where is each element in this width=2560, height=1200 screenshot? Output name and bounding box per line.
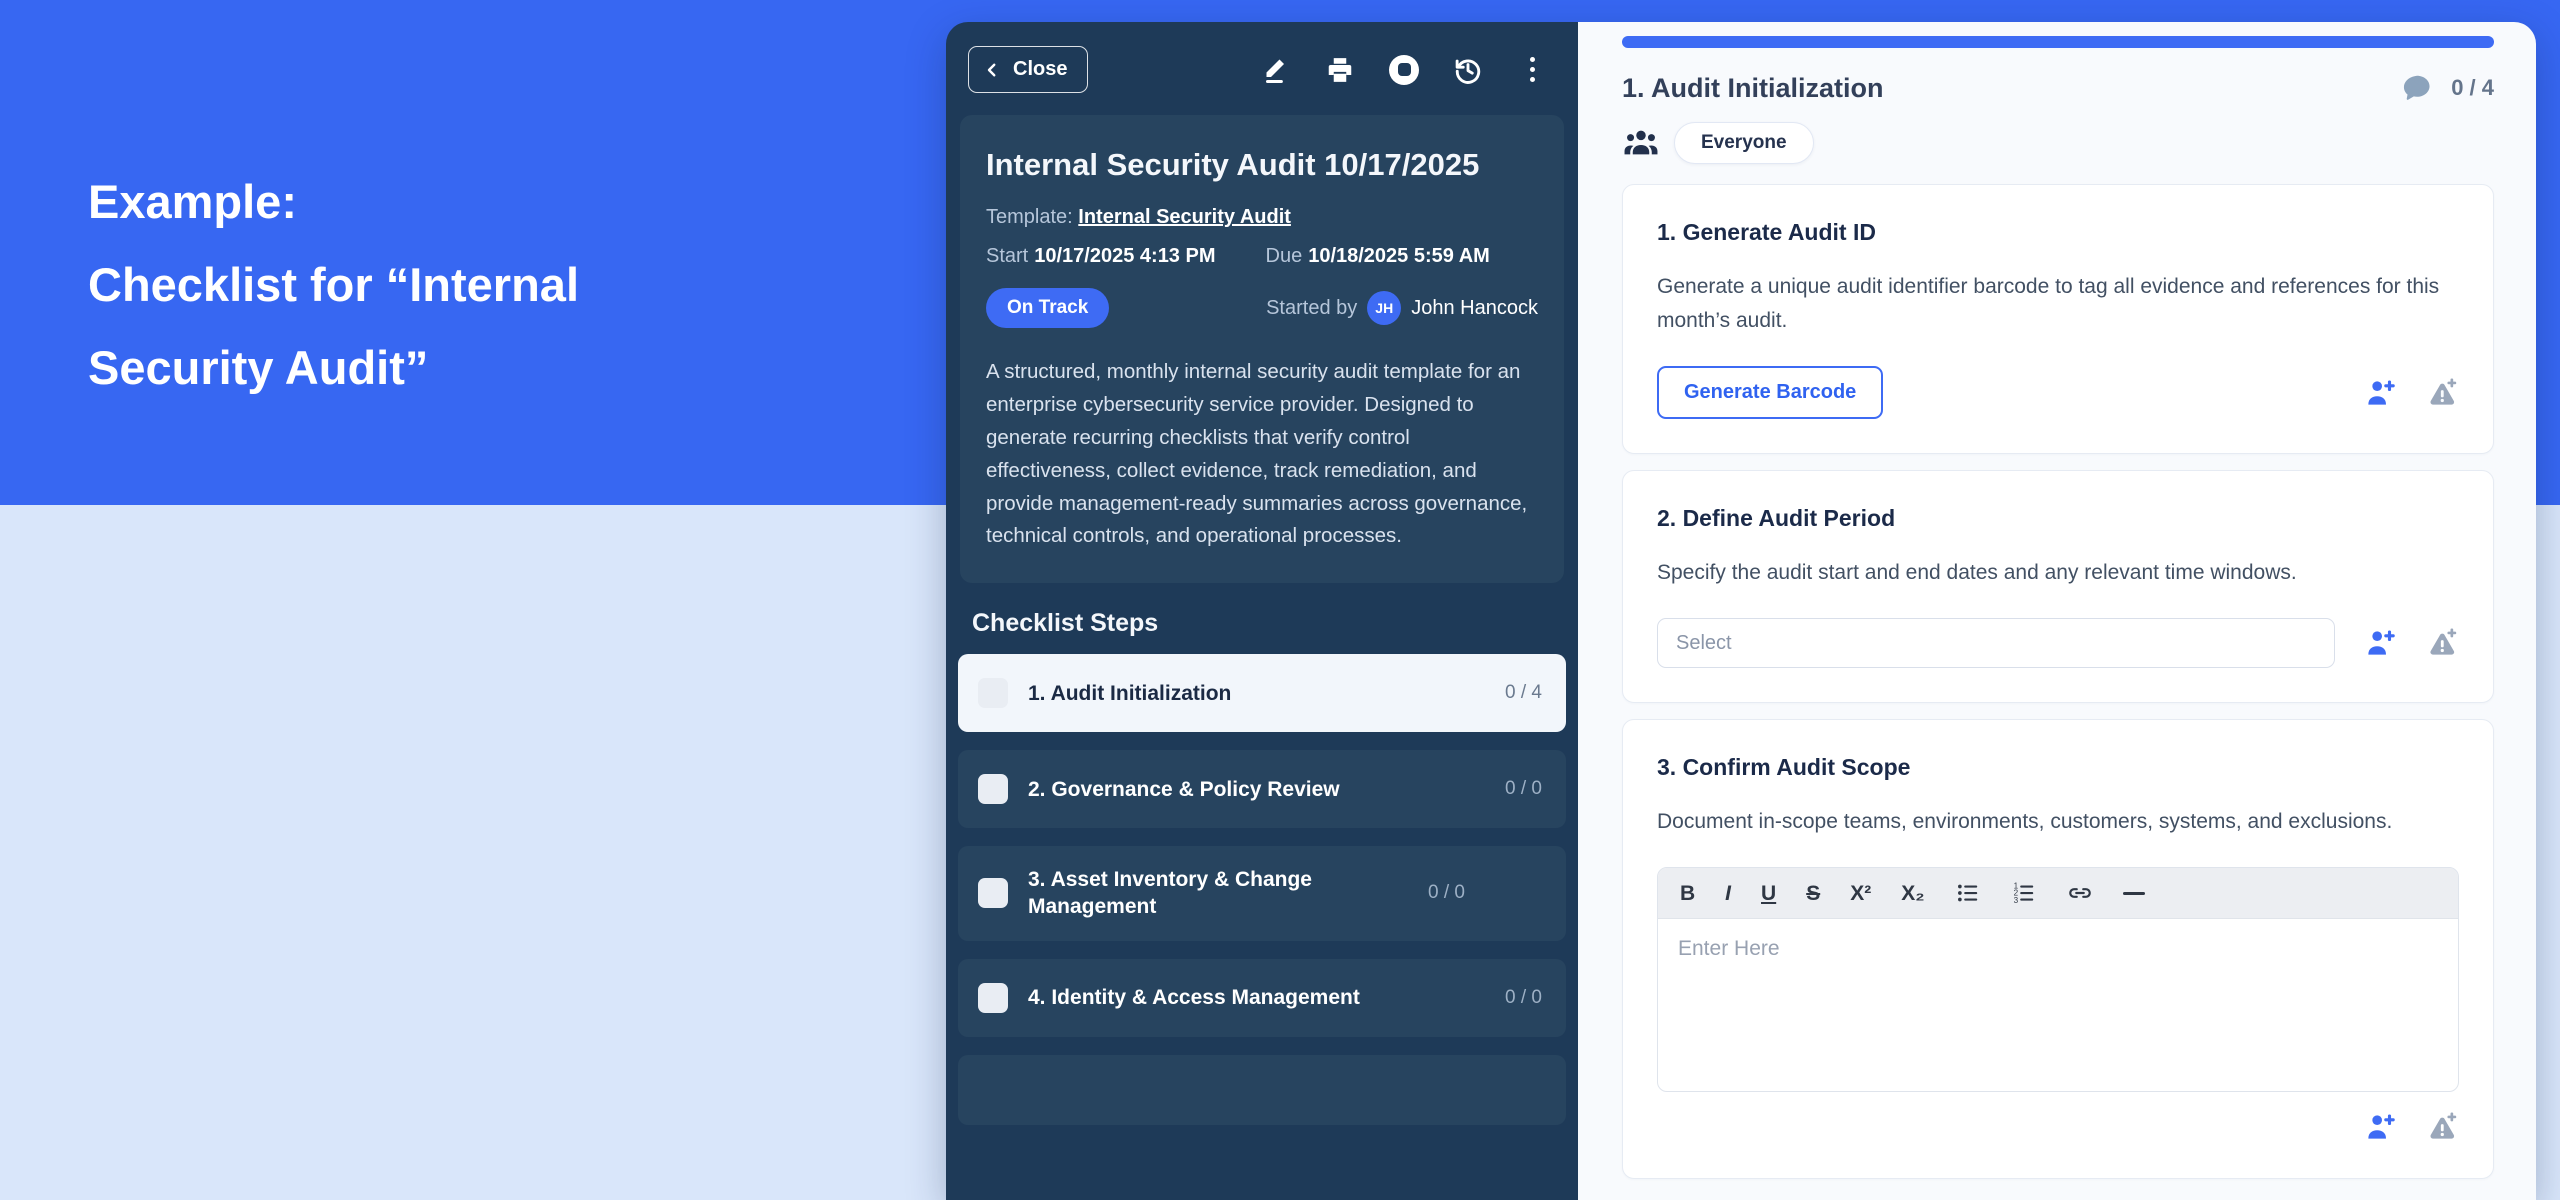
task-action-icons — [2363, 626, 2459, 660]
task-description: Document in-scope teams, environments, c… — [1657, 805, 2459, 839]
horizontal-rule-icon[interactable] — [2123, 892, 2145, 895]
started-by-label: Started by — [1266, 297, 1357, 320]
task-action-icons — [2363, 376, 2459, 410]
audit-period-select[interactable]: Select — [1657, 618, 2335, 668]
assign-person-icon[interactable] — [2363, 1110, 2397, 1144]
section-header-right: 0 / 4 — [2401, 72, 2494, 104]
step-detail-panel: 1. Audit Initialization 0 / 4 Everyone 1… — [1578, 22, 2536, 1200]
step-count: 0 / 4 — [1505, 682, 1542, 704]
steps-list: 1. Audit Initialization 0 / 4 2. Governa… — [946, 654, 1578, 1200]
step-row-partial[interactable] — [958, 1055, 1566, 1125]
step-checkbox[interactable] — [978, 983, 1008, 1013]
task-description: Generate a unique audit identifier barco… — [1657, 270, 2459, 338]
headline-line-3: Security Audit” — [88, 326, 579, 409]
task-action-icons — [2363, 1110, 2459, 1144]
task-title: 3. Confirm Audit Scope — [1657, 754, 2459, 781]
drawer-toolbar: Close — [946, 22, 1578, 109]
task-description: Specify the audit start and end dates an… — [1657, 556, 2459, 590]
bold-button[interactable]: B — [1680, 883, 1695, 904]
step-count: 0 / 0 — [1505, 778, 1542, 800]
rich-text-editor: B I U S X² X₂ 123 — [1657, 867, 2459, 1092]
checklist-drawer: Close Interna — [946, 22, 1578, 1200]
stop-record-icon[interactable] — [1388, 54, 1420, 86]
start-date: Start10/17/2025 4:13 PM — [986, 245, 1216, 268]
task-card-define-audit-period: 2. Define Audit Period Specify the audit… — [1622, 470, 2494, 703]
step-count: 0 / 0 — [1428, 882, 1465, 904]
task-footer: Generate Barcode — [1657, 366, 2459, 419]
strikethrough-button[interactable]: S — [1806, 883, 1820, 904]
edit-icon[interactable] — [1260, 54, 1292, 86]
started-by: Started by JH John Hancock — [1266, 291, 1538, 325]
close-button-label: Close — [1013, 58, 1067, 81]
link-icon[interactable] — [2067, 880, 2093, 906]
avatar: JH — [1367, 291, 1401, 325]
checklist-app-window: Close Interna — [946, 22, 2536, 1200]
add-exception-icon[interactable] — [2425, 376, 2459, 410]
accent-bar — [1622, 36, 2494, 48]
step-checkbox[interactable] — [978, 678, 1008, 708]
editor-input[interactable]: Enter Here — [1658, 919, 2458, 1091]
task-footer: Select — [1657, 618, 2459, 668]
status-badge: On Track — [986, 288, 1109, 328]
run-description: A structured, monthly internal security … — [986, 356, 1538, 553]
template-row: Template: Internal Security Audit — [986, 206, 1538, 229]
step-count: 0 / 0 — [1505, 987, 1542, 1009]
step-checkbox[interactable] — [978, 878, 1008, 908]
comments-icon[interactable] — [2401, 72, 2433, 104]
task-card-generate-audit-id: 1. Generate Audit ID Generate a unique a… — [1622, 184, 2494, 454]
history-icon[interactable] — [1452, 54, 1484, 86]
add-exception-icon[interactable] — [2425, 626, 2459, 660]
headline-line-1: Example: — [88, 160, 579, 243]
drawer-actions — [1260, 54, 1548, 86]
banner-headline: Example: Checklist for “Internal Securit… — [88, 160, 579, 409]
bullet-list-icon[interactable] — [1955, 880, 1981, 906]
assignee-row: Everyone — [1622, 122, 2494, 164]
step-row-identity-access-management[interactable]: 4. Identity & Access Management 0 / 0 — [958, 959, 1566, 1037]
editor-toolbar: B I U S X² X₂ 123 — [1658, 868, 2458, 919]
superscript-button[interactable]: X² — [1850, 883, 1871, 904]
print-icon[interactable] — [1324, 54, 1356, 86]
italic-button[interactable]: I — [1725, 883, 1731, 904]
group-icon — [1622, 124, 1660, 162]
subscript-button[interactable]: X₂ — [1901, 883, 1924, 904]
numbered-list-icon[interactable]: 123 — [2011, 880, 2037, 906]
task-title: 2. Define Audit Period — [1657, 505, 2459, 532]
run-info-card: Internal Security Audit 10/17/2025 Templ… — [960, 115, 1564, 583]
task-footer — [1657, 1110, 2459, 1144]
assign-person-icon[interactable] — [2363, 376, 2397, 410]
step-row-governance-policy-review[interactable]: 2. Governance & Policy Review 0 / 0 — [958, 750, 1566, 828]
headline-line-2: Checklist for “Internal — [88, 243, 579, 326]
add-exception-icon[interactable] — [2425, 1110, 2459, 1144]
svg-text:3: 3 — [2013, 896, 2018, 905]
template-label: Template: — [986, 206, 1073, 228]
step-row-audit-initialization[interactable]: 1. Audit Initialization 0 / 4 — [958, 654, 1566, 732]
chevron-left-icon — [983, 61, 1001, 79]
task-title: 1. Generate Audit ID — [1657, 219, 2459, 246]
template-link[interactable]: Internal Security Audit — [1078, 206, 1291, 228]
started-by-name: John Hancock — [1411, 297, 1538, 320]
section-progress-count: 0 / 4 — [2451, 75, 2494, 101]
status-row: On Track Started by JH John Hancock — [986, 288, 1538, 328]
generate-barcode-button[interactable]: Generate Barcode — [1657, 366, 1883, 419]
stop-record-shape — [1389, 55, 1419, 85]
steps-heading: Checklist Steps — [972, 609, 1552, 638]
task-card-confirm-audit-scope: 3. Confirm Audit Scope Document in-scope… — [1622, 719, 2494, 1179]
due-date: Due10/18/2025 5:59 AM — [1266, 245, 1490, 268]
assignee-badge[interactable]: Everyone — [1674, 122, 1814, 164]
run-title: Internal Security Audit 10/17/2025 — [986, 143, 1506, 186]
dates-row: Start10/17/2025 4:13 PM Due10/18/2025 5:… — [986, 245, 1538, 268]
close-button[interactable]: Close — [968, 46, 1088, 93]
step-row-asset-inventory-change-management[interactable]: 3. Asset Inventory & Change Management 0… — [958, 846, 1566, 941]
more-options-icon[interactable] — [1516, 54, 1548, 86]
section-header: 1. Audit Initialization 0 / 4 — [1622, 72, 2494, 104]
section-title: 1. Audit Initialization — [1622, 73, 1884, 104]
underline-button[interactable]: U — [1761, 883, 1776, 904]
assign-person-icon[interactable] — [2363, 626, 2397, 660]
step-checkbox[interactable] — [978, 774, 1008, 804]
